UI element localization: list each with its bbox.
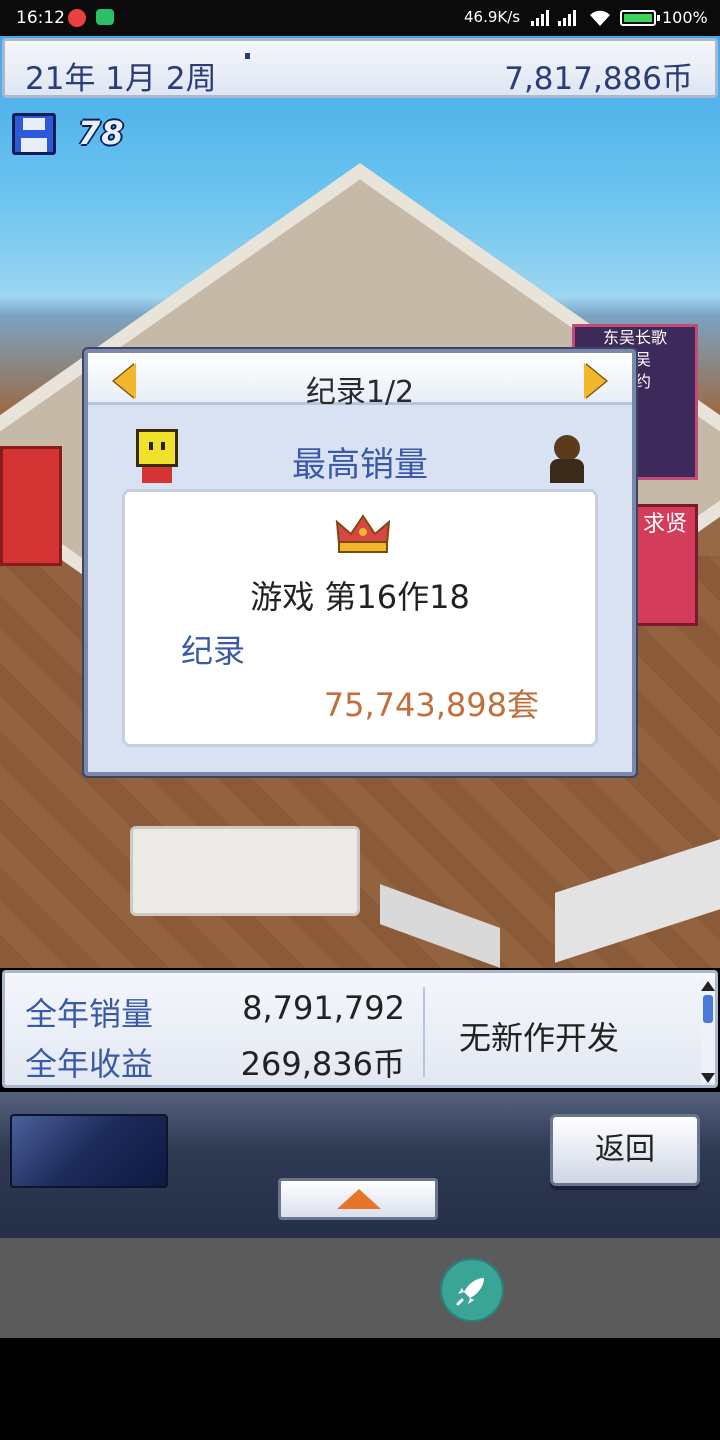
record-panel: 游戏 第16作18 纪录 75,743,898套 [122,489,598,747]
status-time: 16:12 [16,8,65,28]
development-status: 无新作开发 [459,1019,620,1057]
scroll-up-icon[interactable] [701,981,715,991]
poster-line: 东吴长歌 [602,328,667,347]
signal-icon [558,10,576,26]
annual-stats-panel: 全年销量 8,791,792 全年收益 269,836币 无新作开发 [2,970,718,1088]
control-panel: 返回 [0,1092,720,1238]
crown-icon [335,514,391,553]
recruit-poster: 求贤 [632,504,698,626]
annual-revenue-label: 全年收益 [25,1045,154,1083]
vending-machine [0,446,62,566]
wifi-icon [590,10,610,26]
top-info-bar: 21年 1月 2周 7,817,886币 [2,38,718,98]
money-display: 7,817,886币 [504,61,693,97]
record-value: 75,743,898套 [323,686,539,724]
system-nav-area [0,1338,720,1440]
monkey-character-icon [548,435,586,483]
floppy-disk-icon [12,113,56,155]
back-button[interactable]: 返回 [550,1114,700,1186]
rocket-boost-button[interactable] [440,1258,504,1322]
annual-revenue-value: 269,836币 [240,1045,405,1083]
save-count: 78 [78,114,125,152]
scroll-thumb[interactable] [703,995,713,1023]
rocket-icon [456,1278,484,1306]
date-marker [245,53,250,59]
next-page-arrow-icon[interactable] [584,363,606,399]
notification-app-icon [68,9,86,27]
empty-slot-button[interactable] [10,1114,168,1188]
reception-counter [130,826,360,916]
divider [423,987,425,1077]
scrollbar[interactable] [701,981,715,1083]
scroll-down-icon[interactable] [701,1073,715,1083]
annual-sales-value: 8,791,792 [242,989,405,1027]
nav-strip [0,1238,720,1338]
dialog-header: 纪录1/2 [88,353,632,410]
annual-sales-label: 全年销量 [25,995,154,1033]
expand-menu-button[interactable] [278,1178,438,1220]
status-bar: 16:12 46.9K/s 100% [0,0,720,36]
signal-icon [531,10,549,26]
record-label: 纪录 [181,632,246,670]
up-arrow-icon [337,1189,381,1209]
record-dialog: 纪录1/2 最高销量 游戏 第16作18 纪录 75,743,898套 [84,349,636,776]
game-date: 21年 1月 2周 [25,61,217,97]
game-title: 游戏 第16作18 [250,578,470,616]
dialog-title: 纪录1/2 [305,375,415,410]
notification-chat-icon [96,9,114,25]
network-speed: 46.9K/s [464,8,521,26]
battery-percent: 100% [662,8,708,27]
battery-icon [620,10,660,26]
